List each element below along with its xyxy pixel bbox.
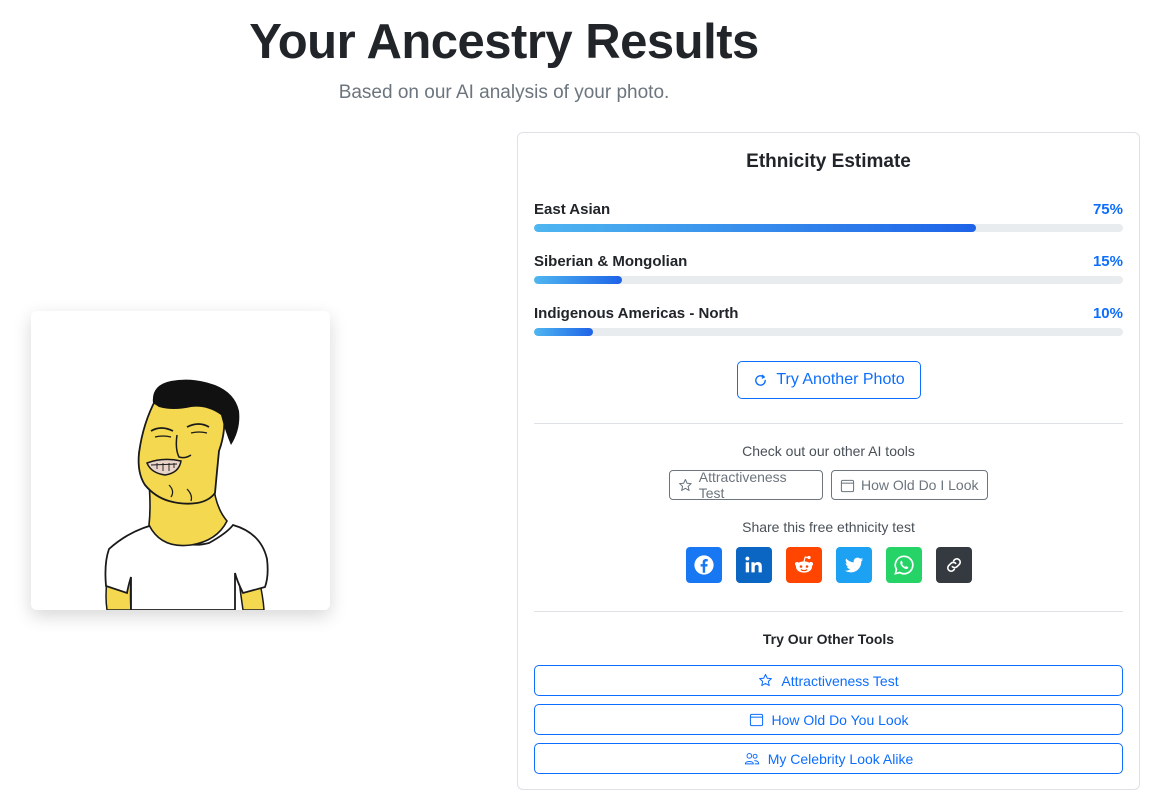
ethnicity-row: Indigenous Americas - North 10% xyxy=(534,305,1123,345)
calendar-icon xyxy=(840,479,855,492)
whatsapp-share-button[interactable] xyxy=(886,547,922,583)
linkedin-icon xyxy=(745,556,762,573)
other-tools-prompt: Check out our other AI tools xyxy=(742,443,915,459)
attractiveness-test-button[interactable]: Attractiveness Test xyxy=(534,665,1123,696)
try-another-photo-button[interactable]: Try Another Photo xyxy=(737,361,921,399)
ethnicity-percent: 10% xyxy=(1092,305,1123,322)
facebook-icon xyxy=(694,555,714,575)
link-icon xyxy=(947,558,961,572)
facebook-share-button[interactable] xyxy=(686,547,722,583)
results-title: Ethnicity Estimate xyxy=(746,151,911,172)
share-prompt: Share this free ethnicity test xyxy=(742,519,915,535)
ethnicity-progress-fill xyxy=(534,276,623,284)
refresh-icon xyxy=(755,374,767,386)
star-icon xyxy=(759,673,773,687)
results-card: Ethnicity Estimate East Asian 75% Siberi… xyxy=(517,132,1140,790)
how-old-do-i-look-label: How Old Do I Look xyxy=(861,477,979,493)
reddit-icon xyxy=(795,555,813,573)
try-another-photo-label: Try Another Photo xyxy=(776,371,905,388)
ethnicity-percent: 15% xyxy=(1092,253,1123,270)
divider xyxy=(534,423,1123,424)
ethnicity-progress-track xyxy=(534,276,1123,284)
ethnicity-row: East Asian 75% xyxy=(534,201,1123,241)
ethnicity-progress-track xyxy=(534,224,1123,232)
calendar-icon xyxy=(749,713,763,727)
ethnicity-progress-fill xyxy=(534,224,976,232)
people-icon xyxy=(744,753,759,765)
uploaded-photo xyxy=(31,311,330,610)
ethnicity-label: Indigenous Americas - North xyxy=(534,305,739,322)
attractiveness-test-small-button[interactable]: Attractiveness Test xyxy=(669,469,823,501)
linkedin-share-button[interactable] xyxy=(736,547,772,583)
page-subtitle: Based on our AI analysis of your photo. xyxy=(338,82,670,103)
ethnicity-row: Siberian & Mongolian 15% xyxy=(534,253,1123,293)
star-icon xyxy=(679,478,692,491)
twitter-share-button[interactable] xyxy=(836,547,872,583)
celebrity-look-alike-button[interactable]: My Celebrity Look Alike xyxy=(534,743,1123,774)
ethnicity-progress-fill xyxy=(534,328,593,336)
ethnicity-label: East Asian xyxy=(534,201,611,218)
ethnicity-percent: 75% xyxy=(1092,201,1123,218)
how-old-do-you-look-label: How Old Do You Look xyxy=(771,711,909,728)
ethnicity-label: Siberian & Mongolian xyxy=(534,253,688,270)
page-title: Your Ancestry Results xyxy=(249,15,759,69)
other-tools-title: Try Our Other Tools xyxy=(762,631,895,647)
celebrity-look-alike-label: My Celebrity Look Alike xyxy=(767,750,914,767)
attractiveness-test-small-label: Attractiveness Test xyxy=(698,469,787,501)
attractiveness-test-label: Attractiveness Test xyxy=(781,672,899,689)
share-buttons xyxy=(686,547,972,583)
twitter-icon xyxy=(844,557,864,573)
how-old-do-you-look-button[interactable]: How Old Do You Look xyxy=(534,704,1123,735)
ethnicity-progress-track xyxy=(534,328,1123,336)
how-old-do-i-look-button[interactable]: How Old Do I Look xyxy=(831,470,988,500)
cartoon-portrait-image xyxy=(31,311,330,610)
copy-link-button[interactable] xyxy=(936,547,972,583)
whatsapp-icon xyxy=(894,555,914,575)
reddit-share-button[interactable] xyxy=(786,547,822,583)
divider xyxy=(534,611,1123,612)
